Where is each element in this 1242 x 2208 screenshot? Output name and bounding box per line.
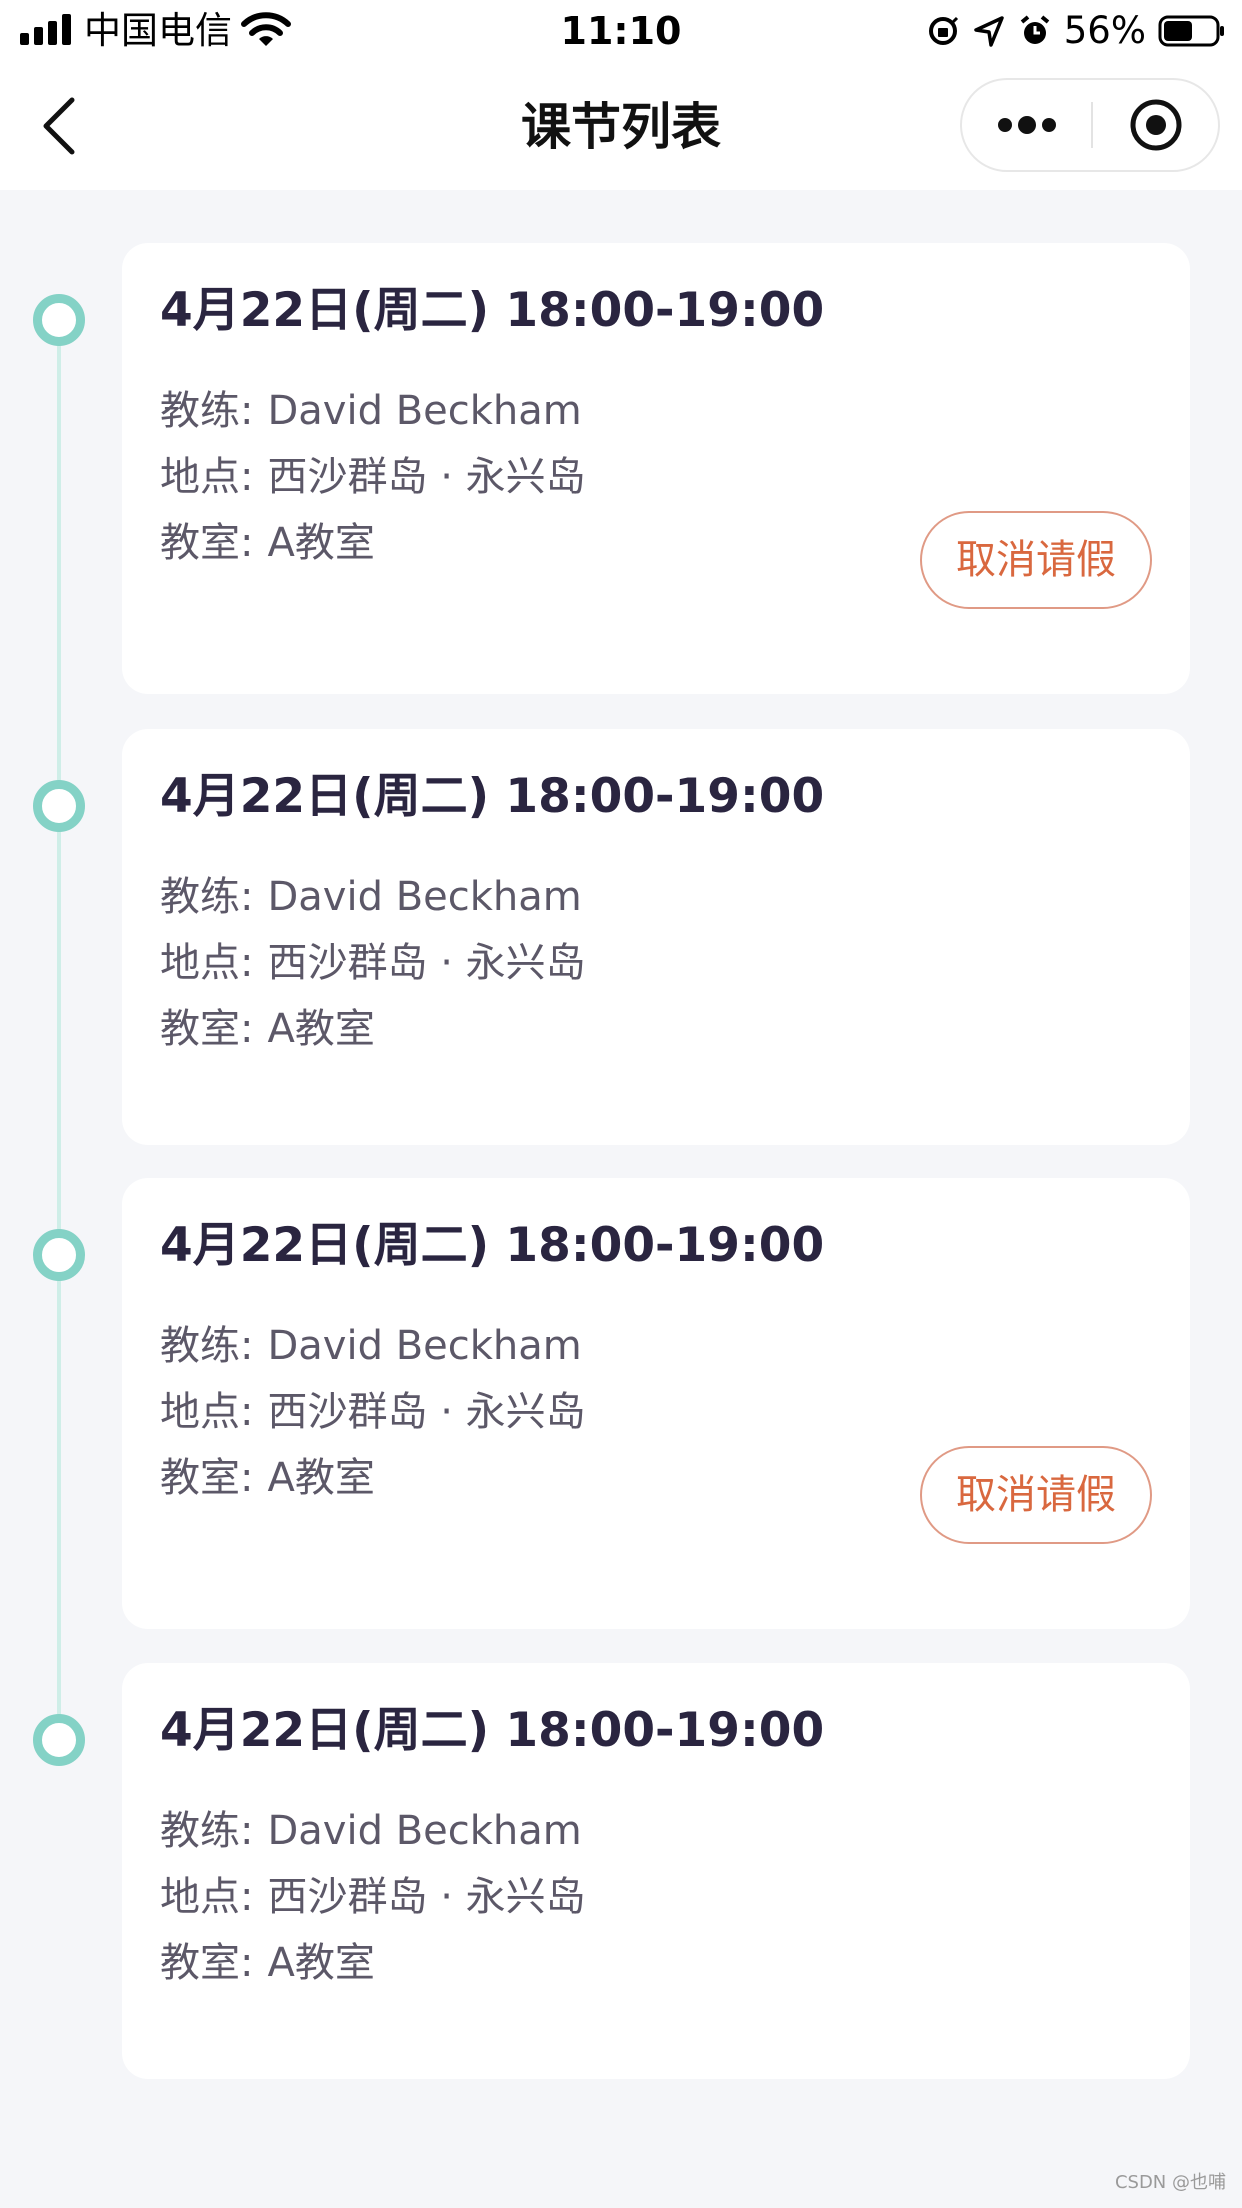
lesson-card[interactable]: 4月22日(周二) 18:00-19:00 教练: David Beckham 地… [122, 1178, 1190, 1629]
location-label: 地点: [160, 1389, 254, 1435]
close-button[interactable] [1093, 80, 1218, 170]
location-row: 地点: 西沙群岛 · 永兴岛 [160, 451, 586, 503]
battery-percentage: 56% [1063, 9, 1146, 52]
location-value: 西沙群岛 · 永兴岛 [267, 454, 586, 500]
room-row: 教室: A教室 [160, 1003, 375, 1055]
cancel-leave-button[interactable]: 取消请假 [920, 1446, 1152, 1544]
room-value: A教室 [267, 520, 375, 566]
room-label: 教室: [160, 1455, 254, 1501]
navigation-bar: 课节列表 [0, 62, 1242, 190]
location-value: 西沙群岛 · 永兴岛 [267, 1874, 586, 1920]
timeline-dot [33, 1714, 85, 1766]
status-bar: 中国电信 11:10 56% [0, 0, 1242, 62]
lesson-time: 4月22日(周二) 18:00-19:00 [160, 769, 825, 824]
coach-value: David Beckham [267, 1323, 582, 1369]
timeline-line [57, 320, 61, 1740]
coach-label: 教练: [160, 388, 254, 434]
location-label: 地点: [160, 940, 254, 986]
alarm-icon [1020, 15, 1050, 44]
coach-label: 教练: [160, 1323, 254, 1369]
coach-row: 教练: David Beckham [160, 385, 582, 437]
location-label: 地点: [160, 454, 254, 500]
room-label: 教室: [160, 1006, 254, 1052]
location-value: 西沙群岛 · 永兴岛 [267, 940, 586, 986]
location-label: 地点: [160, 1874, 254, 1920]
more-dots-icon [997, 116, 1056, 134]
coach-row: 教练: David Beckham [160, 871, 582, 923]
orientation-lock-icon [928, 16, 958, 45]
battery-icon [1158, 15, 1224, 47]
lesson-card[interactable]: 4月22日(周二) 18:00-19:00 教练: David Beckham 地… [122, 729, 1190, 1145]
room-row: 教室: A教室 [160, 1452, 375, 1504]
target-close-icon [1130, 99, 1181, 151]
timeline-dot [33, 1229, 85, 1281]
coach-label: 教练: [160, 874, 254, 920]
coach-value: David Beckham [267, 1808, 582, 1854]
coach-value: David Beckham [267, 388, 582, 434]
timeline-dot [33, 780, 85, 832]
coach-value: David Beckham [267, 874, 582, 920]
location-row: 地点: 西沙群岛 · 永兴岛 [160, 1386, 586, 1438]
cancel-leave-button[interactable]: 取消请假 [920, 511, 1152, 609]
location-value: 西沙群岛 · 永兴岛 [267, 1389, 586, 1435]
watermark: CSDN @也哺 [1114, 2172, 1226, 2193]
lesson-time: 4月22日(周二) 18:00-19:00 [160, 1218, 825, 1273]
mini-program-capsule [960, 78, 1220, 172]
room-value: A教室 [267, 1455, 375, 1501]
coach-row: 教练: David Beckham [160, 1805, 582, 1857]
room-label: 教室: [160, 520, 254, 566]
room-value: A教室 [267, 1940, 375, 1986]
lesson-card[interactable]: 4月22日(周二) 18:00-19:00 教练: David Beckham 地… [122, 243, 1190, 694]
coach-label: 教练: [160, 1808, 254, 1854]
room-value: A教室 [267, 1006, 375, 1052]
more-button[interactable] [962, 80, 1091, 170]
coach-row: 教练: David Beckham [160, 1320, 582, 1372]
room-row: 教室: A教室 [160, 1937, 375, 1989]
lesson-time: 4月22日(周二) 18:00-19:00 [160, 283, 825, 338]
room-label: 教室: [160, 1940, 254, 1986]
timeline-dot [33, 294, 85, 346]
lesson-card[interactable]: 4月22日(周二) 18:00-19:00 教练: David Beckham 地… [122, 1663, 1190, 2079]
location-icon [974, 16, 1004, 47]
location-row: 地点: 西沙群岛 · 永兴岛 [160, 937, 586, 989]
status-indicators: 56% [926, 8, 1226, 54]
lesson-time: 4月22日(周二) 18:00-19:00 [160, 1703, 825, 1758]
location-row: 地点: 西沙群岛 · 永兴岛 [160, 1871, 586, 1923]
room-row: 教室: A教室 [160, 517, 375, 569]
